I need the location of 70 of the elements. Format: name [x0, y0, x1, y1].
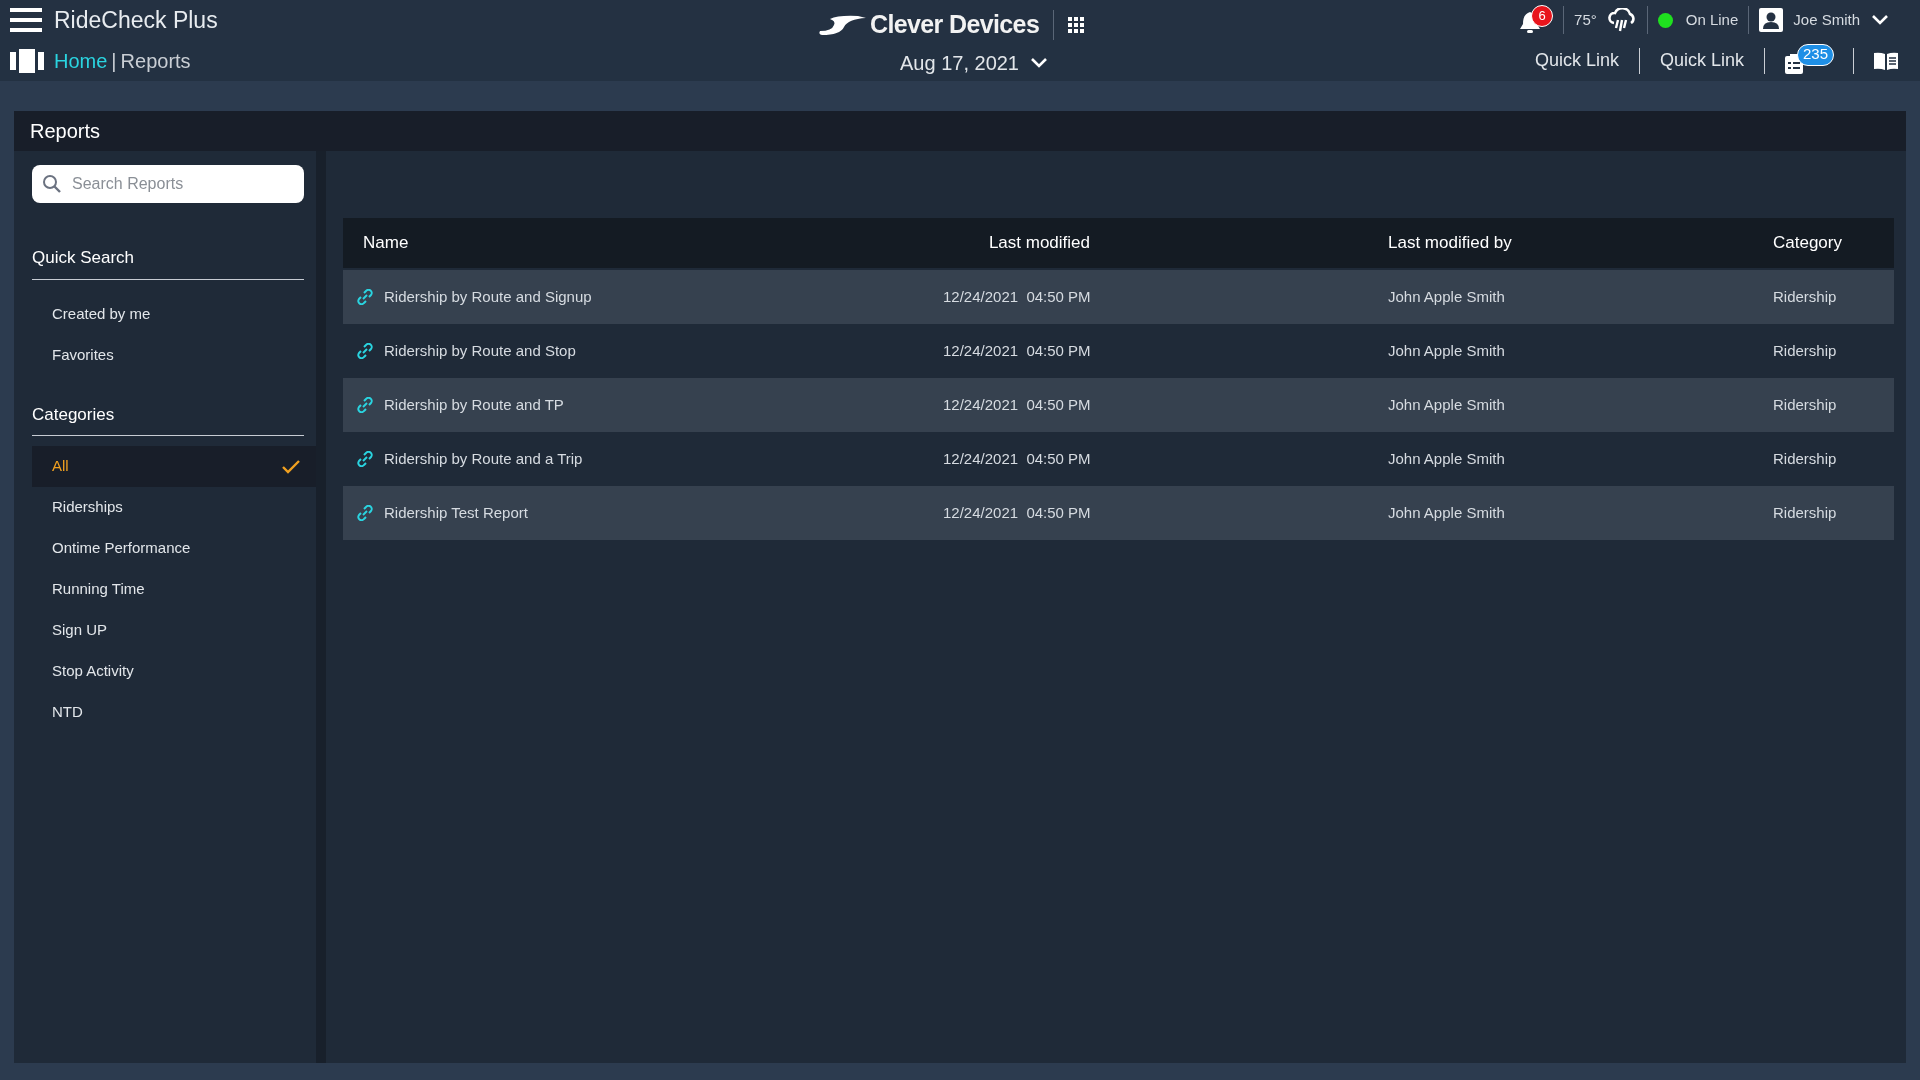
- link-icon[interactable]: [357, 505, 373, 521]
- app-title: RideCheck Plus: [54, 5, 218, 35]
- table-cell: 12/24/2021 04:50 PM: [943, 341, 1091, 359]
- report-name[interactable]: Ridership by Route and a Trip: [384, 447, 583, 471]
- panel-title: Reports: [30, 119, 101, 144]
- table-cell: Ridership: [1773, 503, 1837, 521]
- table-row[interactable]: Ridership by Route and TP 12/24/2021 04:50 PM John Apple Smith Ridership: [343, 378, 1894, 432]
- table-cell: 12/24/2021 04:50 PM: [943, 503, 1091, 521]
- link-icon[interactable]: [357, 397, 373, 413]
- column-header[interactable]: Name: [363, 233, 409, 253]
- link-icon[interactable]: [357, 451, 373, 467]
- table-cell: John Apple Smith: [1388, 341, 1505, 359]
- chevron-down-icon: [1031, 58, 1047, 68]
- logo-text: Clever Devices: [870, 9, 1040, 40]
- table-cell: Ridership: [1773, 341, 1837, 359]
- table-row[interactable]: Ridership by Route and Signup 12/24/2021 04:50 PM John Apple Smith Ridership: [343, 270, 1894, 324]
- menu-icon[interactable]: [10, 8, 42, 32]
- table-cell: 12/24/2021 04:50 PM: [943, 287, 1091, 305]
- column-header[interactable]: Category: [1773, 233, 1842, 253]
- table-row[interactable]: Ridership Test Report 12/24/2021 04:50 PM John Apple Smith Ridership: [343, 486, 1894, 540]
- apps-grid-icon[interactable]: [1068, 16, 1085, 33]
- table-cell: John Apple Smith: [1388, 449, 1505, 467]
- chevron-down-icon: [1872, 15, 1888, 25]
- category-item[interactable]: Ontime Performance: [32, 528, 316, 569]
- report-name[interactable]: Ridership by Route and Signup: [384, 285, 592, 309]
- user-avatar-icon: [1759, 8, 1784, 32]
- book-icon[interactable]: [1874, 51, 1898, 70]
- quick-search-item[interactable]: Favorites: [52, 343, 114, 367]
- rain-cloud-icon: [1606, 8, 1637, 32]
- search-icon: [42, 174, 62, 194]
- breadcrumb-link[interactable]: Home: [54, 45, 108, 76]
- category-item[interactable]: NTD: [32, 692, 316, 733]
- checkmark-icon: [282, 459, 300, 474]
- category-item[interactable]: Riderships: [32, 487, 316, 528]
- table-cell: 12/24/2021 04:50 PM: [943, 449, 1091, 467]
- notifications-button[interactable]: 6: [1519, 5, 1554, 35]
- breadcrumb-separator: |: [111, 48, 117, 74]
- section-heading: Quick Search: [32, 245, 304, 280]
- table-cell: 12/24/2021 04:50 PM: [943, 395, 1091, 413]
- report-name[interactable]: Ridership by Route and TP: [384, 393, 564, 417]
- table-cell: John Apple Smith: [1388, 503, 1505, 521]
- category-item[interactable]: Sign UP: [32, 610, 316, 651]
- table-cell: Ridership: [1773, 395, 1837, 413]
- panels-icon[interactable]: [10, 48, 44, 73]
- notification-badge: 6: [1531, 5, 1554, 27]
- column-header[interactable]: Last modified: [988, 233, 1090, 253]
- quick-search-item[interactable]: Created by me: [52, 302, 151, 326]
- temperature-text: 75°: [1574, 9, 1597, 30]
- clipboard-list-icon: [1785, 53, 1803, 74]
- report-name[interactable]: Ridership by Route and Stop: [384, 339, 576, 363]
- category-item[interactable]: Stop Activity: [32, 651, 316, 692]
- category-item[interactable]: All: [32, 446, 316, 487]
- table-cell: Ridership: [1773, 449, 1837, 467]
- table-cell: John Apple Smith: [1388, 287, 1505, 305]
- date-picker[interactable]: Aug 17, 2021: [900, 48, 1047, 78]
- report-name[interactable]: Ridership Test Report: [384, 501, 528, 525]
- connection-status: On Line: [1685, 9, 1739, 30]
- section-heading: Categories: [32, 401, 304, 436]
- table-cell: John Apple Smith: [1388, 395, 1505, 413]
- user-menu[interactable]: Joe Smith: [1759, 8, 1888, 32]
- breadcrumb-current: Reports: [120, 48, 191, 74]
- search-field[interactable]: Search Reports: [32, 165, 304, 203]
- link-icon[interactable]: [357, 343, 373, 359]
- link-icon[interactable]: [357, 289, 373, 305]
- task-count-badge: 235: [1797, 43, 1835, 66]
- category-item[interactable]: Running Time: [32, 569, 316, 610]
- column-header[interactable]: Last modified by: [1388, 233, 1512, 253]
- table-cell: Ridership: [1773, 287, 1837, 305]
- quick-link[interactable]: Quick Link: [1659, 47, 1744, 74]
- quick-link[interactable]: Quick Link: [1534, 47, 1619, 74]
